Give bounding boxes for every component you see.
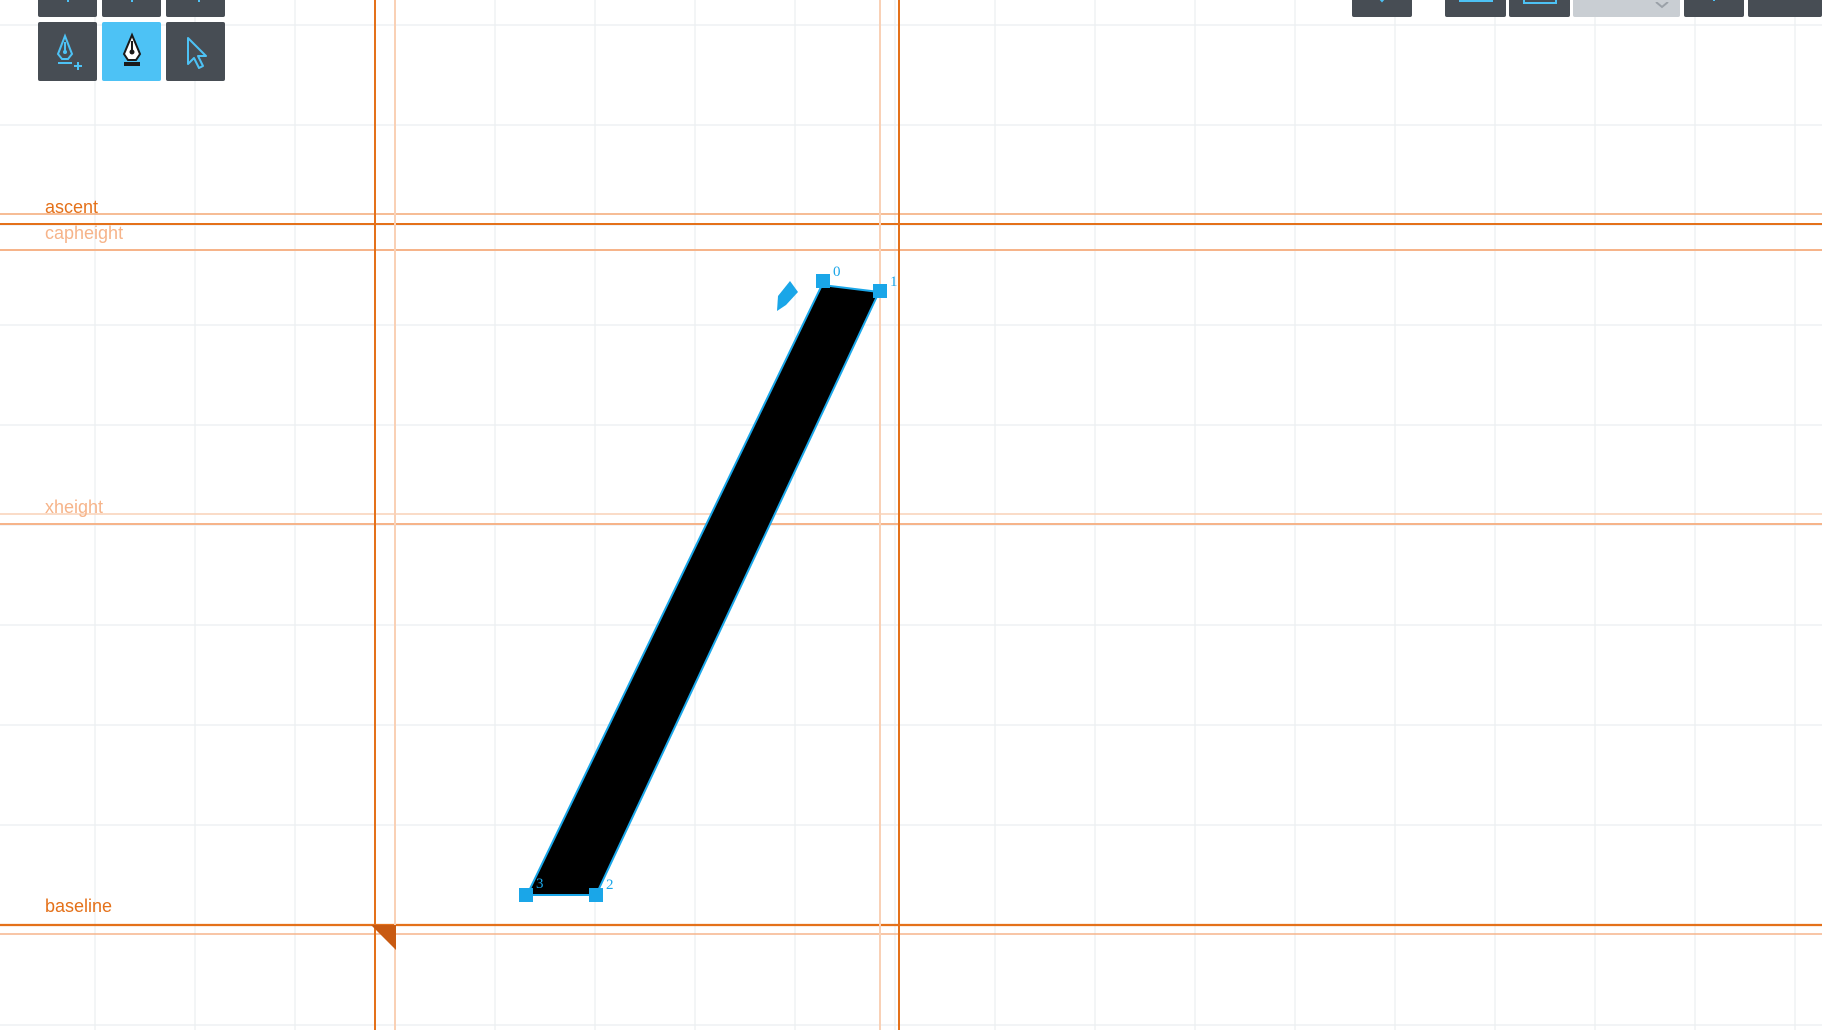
- pen-icon: [122, 31, 141, 66]
- capheight-label: capheight: [45, 223, 124, 243]
- xheight-label: xheight: [45, 497, 104, 517]
- point-number-0: 0: [833, 264, 841, 280]
- anchor-point-1: [873, 284, 887, 298]
- background-grid: [0, 0, 1822, 1030]
- anchor-point-2: [589, 888, 603, 902]
- metric-guides: [0, 213, 1822, 935]
- pen-add-tool-button[interactable]: [38, 22, 97, 81]
- baseline-label: baseline: [45, 896, 113, 916]
- add-point-tool-button[interactable]: [38, 0, 97, 17]
- pen-minus-icon: [130, 0, 133, 2]
- pen-tool-button[interactable]: [102, 22, 161, 81]
- arrow-cursor-icon: [186, 36, 207, 69]
- anchor-point-0: [816, 274, 830, 288]
- frame-icon: [1458, 0, 1493, 2]
- side-bearing-guides: [371, 0, 900, 1030]
- point-number-2: 2: [606, 877, 614, 893]
- chevron-down-icon: [1655, 2, 1669, 9]
- select-tool-button[interactable]: [166, 22, 225, 81]
- zoom-field[interactable]: [1573, 0, 1680, 17]
- zoom-out-button[interactable]: [1748, 0, 1822, 17]
- ascent-label: ascent: [45, 197, 99, 217]
- remove-point-tool-button[interactable]: [102, 0, 161, 17]
- path-plus-icon: [197, 0, 200, 2]
- add-point-icon: [66, 0, 69, 2]
- zoom-in-button[interactable]: [1684, 0, 1744, 17]
- point-number-1: 1: [890, 274, 898, 290]
- pen-plus-icon: [56, 32, 82, 70]
- glyph-slash-shape[interactable]: [525, 283, 881, 896]
- add-path-tool-button[interactable]: [166, 0, 225, 17]
- shape-icon: [1380, 0, 1384, 3]
- anchor-point-3: [519, 888, 533, 902]
- minus-icon: [1773, 0, 1797, 7]
- layout-icon: [1522, 0, 1557, 4]
- plus-icon: [1713, 0, 1715, 1]
- point-number-3: 3: [536, 876, 544, 892]
- shape-tool-button[interactable]: [1352, 0, 1412, 17]
- glyph-edit-canvas[interactable]: [0, 0, 1822, 1030]
- layout-view-button[interactable]: [1509, 0, 1570, 17]
- frame-view-button[interactable]: [1445, 0, 1506, 17]
